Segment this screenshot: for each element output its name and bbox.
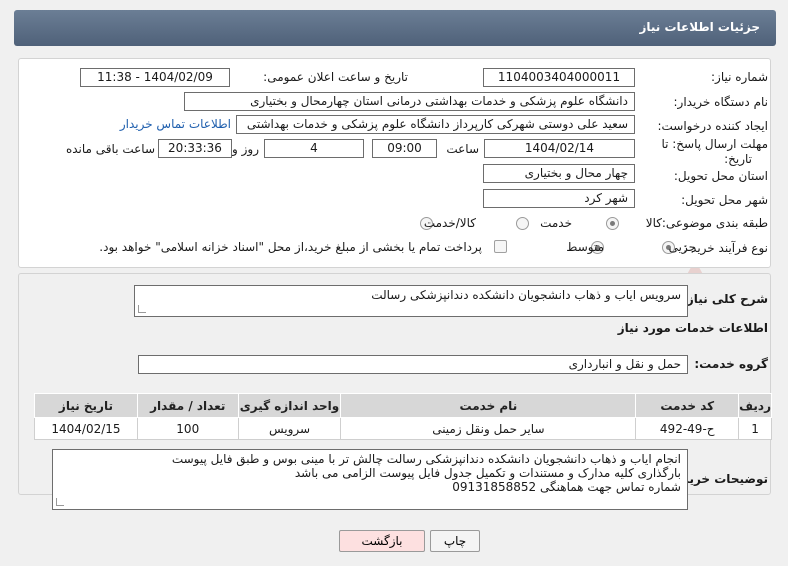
notes-resize-handle[interactable] <box>56 498 64 506</box>
creator-field: سعید علی دوستی شهرکی کارپرداز دانشگاه عل… <box>236 115 635 134</box>
resize-handle[interactable] <box>138 305 146 313</box>
buyer-contact-link[interactable]: اطلاعات تماس خریدار <box>120 117 231 131</box>
col-row: ردیف <box>738 393 772 418</box>
province-label: استان محل تحویل: <box>673 169 768 183</box>
notes-line-1: انجام ایاب و ذهاب دانشجویان دانشکده دندا… <box>171 452 681 466</box>
days-label: روز و <box>232 142 259 156</box>
treasury-note: پرداخت تمام یا بخشی از مبلغ خرید،از محل … <box>99 240 482 254</box>
service-group-field: حمل و نقل و انبارداری <box>138 355 688 374</box>
notes-line-3: شماره تماس جهت هماهنگی 09131858852 <box>452 480 681 494</box>
back-button[interactable]: بازگشت <box>339 530 425 552</box>
services-section-title: اطلاعات خدمات مورد نیاز <box>617 321 768 335</box>
summary-text: سرویس ایاب و ذهاب دانشجویان دانشکده دندا… <box>371 288 681 302</box>
time-label: ساعت <box>446 142 479 156</box>
process-option-minor: جزیی <box>668 240 696 254</box>
province-field: چهار محال و بختیاری <box>483 164 635 183</box>
category-radio-service[interactable] <box>516 217 529 230</box>
category-label: طبقه بندی موضوعی: <box>661 216 768 230</box>
col-unit: واحد اندازه گیری <box>237 393 342 418</box>
city-label: شهر محل تحویل: <box>681 193 768 207</box>
buyer-field: دانشگاه علوم پزشکی و خدمات بهداشتی درمان… <box>184 92 635 111</box>
cell-row: 1 <box>738 417 772 440</box>
deadline-label-2: تاریخ: <box>724 152 752 166</box>
print-button[interactable]: چاپ <box>430 530 480 552</box>
days-field: 4 <box>264 139 364 158</box>
cell-service-name: سایر حمل ونقل زمینی <box>340 417 637 440</box>
table-row: 1 ح-49-492 سایر حمل ونقل زمینی سرویس 100… <box>34 417 772 440</box>
notes-line-2: بارگذاری کلیه مدارک و مستندات و تکمیل جد… <box>294 466 681 480</box>
services-table: ردیف کد خدمت نام خدمت واحد اندازه گیری ت… <box>34 393 772 440</box>
cell-quantity: 100 <box>136 417 239 440</box>
page-title: جزئیات اطلاعات نیاز <box>639 20 760 34</box>
category-radio-goods[interactable] <box>606 217 619 230</box>
need-number-label: شماره نیاز: <box>711 70 768 84</box>
treasury-checkbox[interactable] <box>494 240 507 253</box>
buyer-label: نام دستگاه خریدار: <box>673 95 769 109</box>
cell-need-date: 1404/02/15 <box>34 417 138 440</box>
col-service-name: نام خدمت <box>340 393 637 418</box>
col-quantity: تعداد / مقدار <box>136 393 239 418</box>
col-need-date: تاریخ نیاز <box>34 393 138 418</box>
remaining-label: ساعت باقی مانده <box>65 142 155 156</box>
remaining-time-field: 20:33:36 <box>158 139 232 158</box>
need-info-panel <box>18 58 771 268</box>
city-field: شهر کرد <box>483 189 635 208</box>
deadline-time-field: 09:00 <box>372 139 437 158</box>
announce-field: 1404/02/09 - 11:38 <box>80 68 230 87</box>
cell-service-code: ح-49-492 <box>635 417 740 440</box>
col-service-code: کد خدمت <box>635 393 740 418</box>
category-option-goods-service: کالا/خدمت <box>423 216 476 230</box>
table-header-row: ردیف کد خدمت نام خدمت واحد اندازه گیری ت… <box>34 393 772 418</box>
process-option-medium: متوسط <box>566 240 604 254</box>
category-option-service: خدمت <box>540 216 572 230</box>
announce-label: تاریخ و ساعت اعلان عمومی: <box>263 70 408 84</box>
deadline-date-field: 1404/02/14 <box>484 139 635 158</box>
summary-field: سرویس ایاب و ذهاب دانشجویان دانشکده دندا… <box>134 285 688 317</box>
need-number-field: 1104003404000011 <box>483 68 635 87</box>
deadline-label-1: مهلت ارسال پاسخ: تا <box>661 137 768 151</box>
notes-field: انجام ایاب و ذهاب دانشجویان دانشکده دندا… <box>52 449 688 510</box>
category-option-goods: کالا <box>645 216 662 230</box>
creator-label: ایجاد کننده درخواست: <box>657 119 768 133</box>
cell-unit: سرویس <box>237 417 342 440</box>
summary-label: شرح کلی نیاز: <box>682 292 768 306</box>
service-group-label: گروه خدمت: <box>694 357 768 371</box>
page-header: جزئیات اطلاعات نیاز <box>14 10 776 46</box>
